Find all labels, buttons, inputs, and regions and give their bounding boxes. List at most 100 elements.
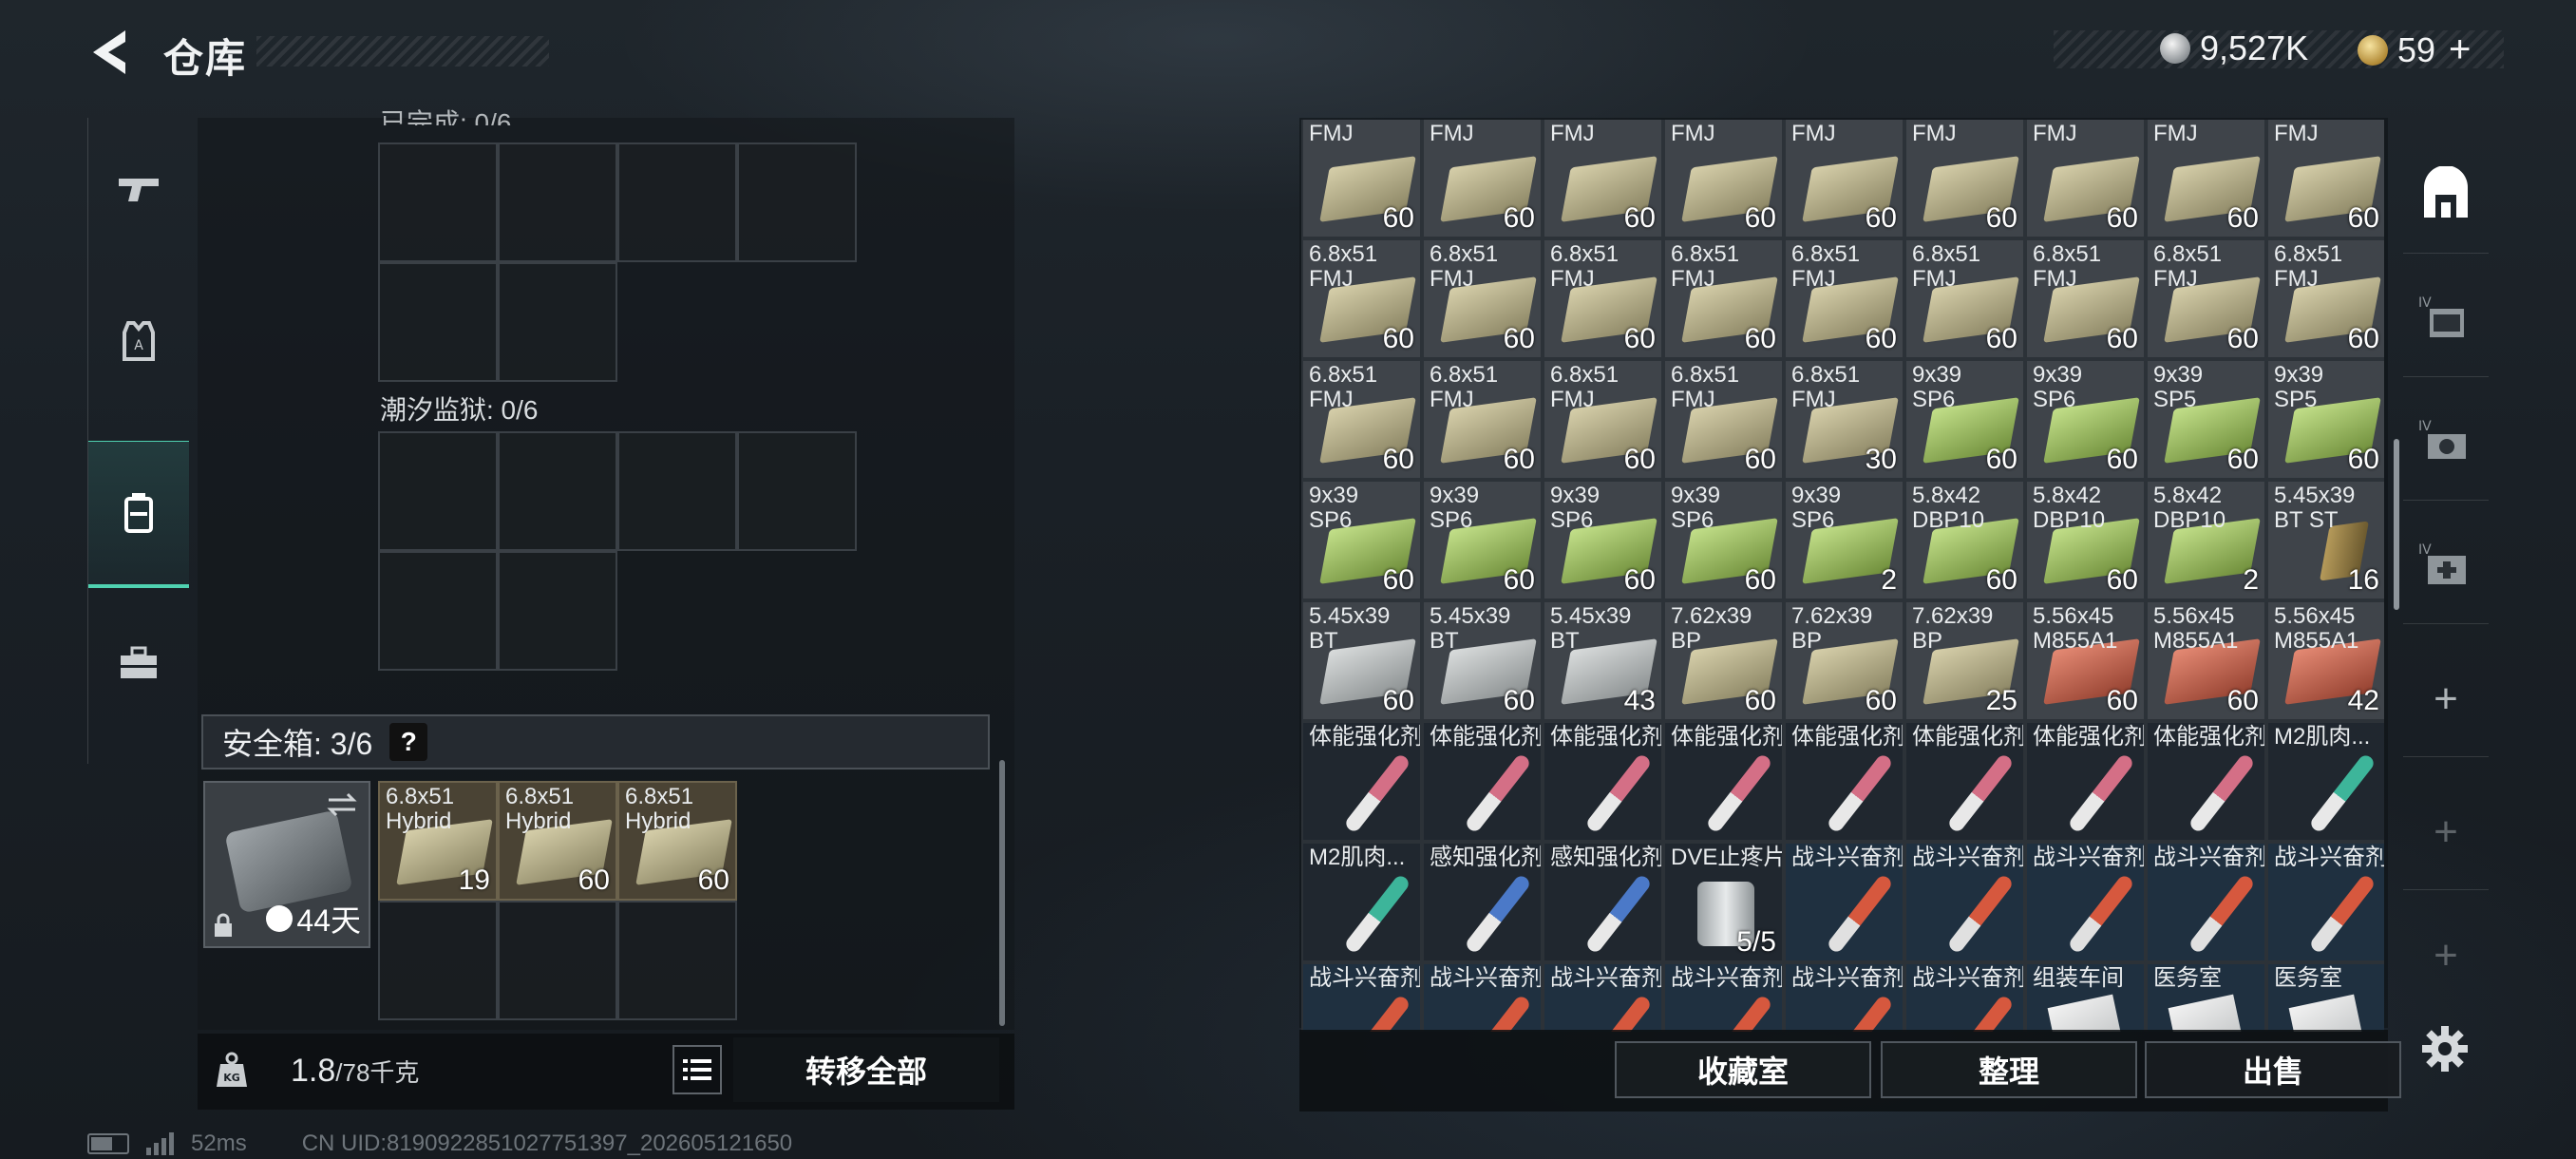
inventory-item[interactable]: 6.8x51 FMJ 60 [1663,238,1784,359]
sort-button[interactable]: 整理 [1881,1041,2137,1098]
inventory-item[interactable]: 6.8x51 FMJ 60 [1422,359,1543,480]
grid-slot[interactable] [737,431,857,551]
inventory-item[interactable]: FMJ 60 [2025,120,2146,238]
transfer-all-button[interactable]: 转移全部 [733,1037,999,1102]
inventory-item[interactable]: FMJ 60 [1904,120,2025,238]
grid-slot[interactable] [498,431,617,551]
inventory-item[interactable]: 6.8x51 FMJ 60 [1301,238,1422,359]
inventory-item[interactable]: 组装车间 [2025,962,2146,1032]
inventory-item[interactable]: 6.8x51 FMJ 60 [2266,238,2384,359]
tab-add-storage[interactable]: + [2403,642,2489,757]
inventory-item[interactable]: FMJ 60 [1543,120,1663,238]
list-view-button[interactable] [672,1045,722,1094]
inventory-item[interactable]: 5.56x45 M855A1 60 [2025,600,2146,721]
inventory-item[interactable]: FMJ 60 [2266,120,2384,238]
inventory-item[interactable]: 战斗兴奋剂 [1784,962,1904,1032]
inventory-item[interactable]: 体能强化剂 [1904,721,2025,842]
inventory-item[interactable]: 5.45x39 BT 60 [1301,600,1422,721]
grid-slot[interactable] [617,431,737,551]
inventory-item[interactable]: 战斗兴奋剂 [1784,842,1904,962]
inventory-item[interactable]: 5.45x39 BT 60 [1422,600,1543,721]
grid-slot[interactable] [737,142,857,262]
add-currency-button[interactable]: + [2449,28,2471,71]
inventory-item[interactable]: 6.8x51 Hybrid 60 [498,781,617,901]
inventory-item[interactable]: 体能强化剂 [1663,721,1784,842]
tab-workshop-iv[interactable]: IV [2403,386,2489,501]
inventory-item[interactable]: 6.8x51 FMJ 60 [2146,238,2266,359]
inventory-item[interactable]: 5.45x39 BT 43 [1543,600,1663,721]
inventory-item[interactable]: 战斗兴奋剂 [1904,962,2025,1032]
inventory-item[interactable]: DVE止疼片 5/5 [1663,842,1784,962]
grid-slot[interactable] [498,142,617,262]
inventory-item[interactable]: 体能强化剂 [1422,721,1543,842]
inventory-item[interactable]: 7.62x39 BP 25 [1904,600,2025,721]
back-arrow-icon[interactable] [87,27,135,78]
help-button[interactable]: ? [389,723,428,761]
inventory-item[interactable]: 体能强化剂 [1543,721,1663,842]
inventory-item[interactable]: 9x39 SP6 60 [1663,480,1784,600]
inventory-item[interactable]: 医务室 [2146,962,2266,1032]
tab-backpack[interactable] [88,441,189,588]
inventory-item[interactable]: 7.62x39 BP 60 [1663,600,1784,721]
tab-home-base[interactable] [2403,139,2489,254]
inventory-item[interactable]: 5.8x42 DBP10 60 [1904,480,2025,600]
inventory-item[interactable]: 6.8x51 FMJ 60 [1301,359,1422,480]
inventory-item[interactable]: 体能强化剂 [2146,721,2266,842]
inventory-item[interactable]: 9x39 SP5 60 [2266,359,2384,480]
inventory-item[interactable]: 战斗兴奋剂 [2266,842,2384,962]
grid-slot[interactable] [378,901,498,1020]
tab-storage-iv[interactable]: IV [2403,262,2489,377]
tab-add-storage-locked[interactable]: + [2403,775,2489,890]
currency-primary[interactable]: 9,527K [2160,28,2308,68]
inventory-item[interactable]: FMJ 60 [1663,120,1784,238]
inventory-item[interactable]: 体能强化剂 [2025,721,2146,842]
inventory-item[interactable]: 战斗兴奋剂 [2025,842,2146,962]
inventory-item[interactable]: 9x39 SP6 60 [1301,480,1422,600]
inventory-item[interactable]: 7.62x39 BP 60 [1784,600,1904,721]
inventory-item[interactable]: 体能强化剂 [1784,721,1904,842]
collection-room-button[interactable]: 收藏室 [1615,1041,1871,1098]
grid-slot[interactable] [378,262,498,382]
inventory-item[interactable]: 6.8x51 FMJ 60 [1784,238,1904,359]
inventory-item[interactable]: FMJ 60 [2146,120,2266,238]
inventory-item[interactable]: 9x39 SP6 60 [1543,480,1663,600]
grid-slot[interactable] [498,901,617,1020]
inventory-item[interactable]: 战斗兴奋剂 [1663,962,1784,1032]
grid-slot[interactable] [617,142,737,262]
swap-icon[interactable] [325,790,359,819]
tab-toolbox[interactable] [88,593,189,735]
inventory-item[interactable]: 医务室 [2266,962,2384,1032]
grid-slot[interactable] [378,142,498,262]
grid-slot[interactable] [617,901,737,1020]
inventory-item[interactable]: 6.8x51 FMJ 30 [1784,359,1904,480]
inventory-item[interactable]: 6.8x51 FMJ 60 [1663,359,1784,480]
currency-secondary[interactable]: 59 + [2358,28,2471,71]
tab-add-storage-locked[interactable]: + [2403,899,2489,1013]
inventory-item[interactable]: 9x39 SP6 60 [1422,480,1543,600]
inventory-item[interactable]: 5.56x45 M855A1 42 [2266,600,2384,721]
gear-icon[interactable] [2420,1024,2470,1074]
inventory-item[interactable]: 5.8x42 DBP10 60 [2025,480,2146,600]
inventory-item[interactable]: 6.8x51 Hybrid 19 [378,781,498,901]
inventory-item[interactable]: 战斗兴奋剂 [1904,842,2025,962]
inventory-item[interactable]: 6.8x51 FMJ 60 [1543,238,1663,359]
inventory-item[interactable]: 9x39 SP6 2 [1784,480,1904,600]
inventory-item[interactable]: 5.8x42 DBP10 2 [2146,480,2266,600]
inventory-item[interactable]: 6.8x51 Hybrid 60 [617,781,737,901]
inventory-item[interactable]: 战斗兴奋剂 [2146,842,2266,962]
grid-slot[interactable] [378,551,498,671]
safebox-case[interactable]: 44天 [203,781,370,948]
inventory-item[interactable]: 6.8x51 FMJ 60 [1543,359,1663,480]
left-scrollbar[interactable] [999,760,1005,1026]
inventory-item[interactable]: 战斗兴奋剂 [1422,962,1543,1032]
tab-weapons[interactable] [88,118,189,260]
inventory-item[interactable]: 战斗兴奋剂 [1301,962,1422,1032]
inventory-item[interactable]: FMJ 60 [1301,120,1422,238]
grid-slot[interactable] [498,551,617,671]
tab-medical-iv[interactable]: IV [2403,509,2489,624]
inventory-item[interactable]: FMJ 60 [1784,120,1904,238]
inventory-item[interactable]: 6.8x51 FMJ 60 [1904,238,2025,359]
sell-button[interactable]: 出售 [2145,1041,2401,1098]
inventory-item[interactable]: FMJ 60 [1422,120,1543,238]
inventory-item[interactable]: 感知强化剂 [1422,842,1543,962]
